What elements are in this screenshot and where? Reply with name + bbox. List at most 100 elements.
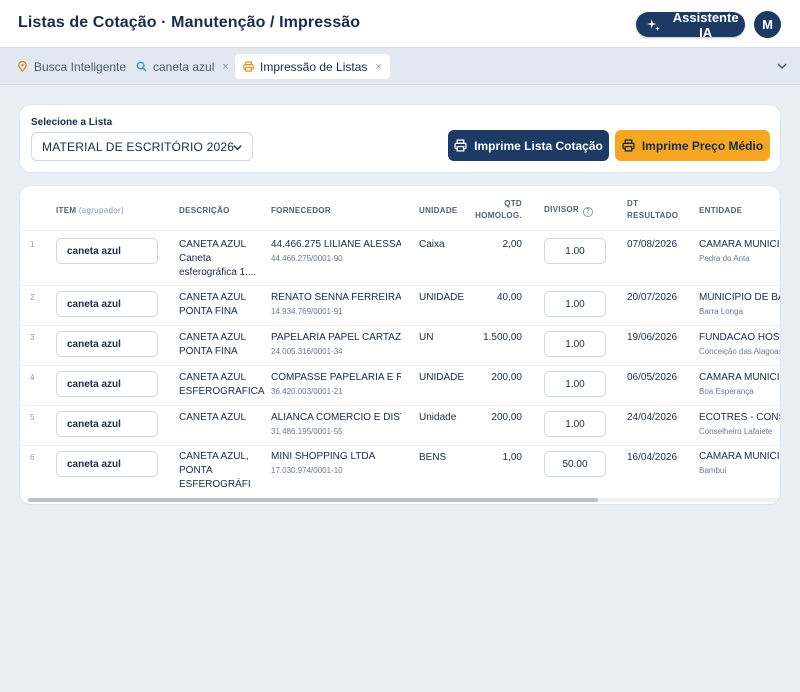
unit-cell: UNIDADE — [419, 372, 465, 383]
result-date-cell: 24/04/2026 — [627, 412, 678, 423]
item-group-input[interactable]: caneta azul — [56, 291, 158, 317]
divisor-input[interactable]: 1.00 — [544, 411, 606, 437]
entity-name: ECOTRES - CONSORC — [699, 412, 780, 423]
top-bar: Listas de Cotação · Manutenção / Impress… — [0, 0, 800, 48]
avatar[interactable]: M — [754, 11, 781, 38]
supplier-cell: MINI SHOPPING LTDA 17.030.974/0001-10 — [271, 450, 401, 478]
description-cell: CANETA AZUL, PONTA ESFEROGRÁFI... — [179, 451, 251, 490]
entity-name: CAMARA MUNICIPAL — [699, 451, 780, 462]
supplier-cell: 44.466.275 LILIANE ALESSA... 44.466.275/0… — [271, 238, 401, 266]
close-icon[interactable]: × — [375, 61, 381, 73]
item-group-input[interactable]: caneta azul — [56, 238, 158, 264]
column-header-item-text: ITEM — [56, 206, 77, 215]
entity-city: Pedra do Anta — [699, 254, 750, 263]
entity-city: Conselheiro Lafaiete — [699, 427, 773, 436]
help-icon[interactable]: ? — [583, 207, 593, 217]
entity-cell: CAMARA MUNICIPAL Bambuí — [699, 450, 780, 478]
description-cell: CANETA AZUL PONTA FINA — [179, 292, 246, 317]
row-divider — [20, 445, 780, 446]
unit-cell: BENS — [419, 452, 447, 463]
chevron-down-icon[interactable] — [776, 60, 788, 72]
entity-name: CAMARA MUNICIPAL — [699, 372, 780, 383]
result-date-cell: 19/06/2026 — [627, 332, 678, 343]
supplier-cnpj: 31.486.195/0001-55 — [271, 427, 343, 436]
description-cell: CANETA AZUL — [179, 412, 247, 423]
result-date-cell: 16/04/2026 — [627, 452, 678, 463]
row-divider — [20, 325, 780, 326]
print-average-price-button[interactable]: Imprime Preço Médio — [615, 130, 770, 161]
printer-icon — [622, 139, 635, 152]
column-header-item: ITEM (agrupador) — [56, 205, 124, 217]
divisor-input[interactable]: 1.00 — [544, 331, 606, 357]
result-date-cell: 07/08/2026 — [627, 239, 678, 250]
result-date-cell: 06/05/2026 — [627, 372, 678, 383]
row-divider — [20, 365, 780, 366]
ai-assistant-button[interactable]: Assistente IA — [636, 10, 745, 40]
supplier-cell: RENATO SENNA FERREIRA 14.934.769/0001-91 — [271, 291, 401, 319]
column-header-entidade: ENTIDADE — [699, 206, 743, 215]
divisor-input[interactable]: 1.00 — [544, 291, 606, 317]
column-header-fornecedor: FORNECEDOR — [271, 206, 331, 215]
quantity-cell: 40,00 — [496, 292, 522, 303]
supplier-name: RENATO SENNA FERREIRA — [271, 292, 401, 303]
entity-cell: CAMARA MUNICIPAL Boa Esperança — [699, 371, 780, 399]
item-group-input[interactable]: caneta azul — [56, 411, 158, 437]
entity-city: Conceição das Alagoas — [699, 347, 781, 356]
pin-icon — [18, 61, 27, 72]
item-group-input[interactable]: caneta azul — [56, 331, 158, 357]
print-list-label: Imprime Lista Cotação — [474, 138, 603, 153]
entity-city: Bambuí — [699, 466, 727, 475]
supplier-cell: ALIANCA COMERCIO E DIST... 31.486.195/000… — [271, 411, 401, 439]
row-number: 4 — [30, 373, 35, 382]
unit-cell: UNIDADE — [419, 292, 465, 303]
divisor-input[interactable]: 1.00 — [544, 371, 606, 397]
chevron-down-icon — [233, 145, 242, 151]
print-average-price-label: Imprime Preço Médio — [641, 138, 764, 153]
tab-impressao-listas[interactable]: Impressão de Listas × — [235, 54, 390, 79]
description-cell: CANETA AZUL Caneta esferográfica 1.... — [179, 239, 257, 278]
row-number: 1 — [30, 240, 35, 249]
supplier-name: 44.466.275 LILIANE ALESSA... — [271, 239, 401, 250]
row-divider — [20, 285, 780, 286]
list-select[interactable]: MATERIAL DE ESCRITÓRIO 2026 — [31, 132, 253, 161]
entity-city: Barra Longa — [699, 307, 744, 316]
list-selection-panel: Selecione a Lista MATERIAL DE ESCRITÓRIO… — [19, 104, 781, 173]
print-list-button[interactable]: Imprime Lista Cotação — [448, 130, 609, 161]
item-group-input[interactable]: caneta azul — [56, 451, 158, 477]
row-number: 2 — [30, 293, 35, 302]
column-header-divisor-text: DIVISOR — [544, 205, 579, 214]
item-group-input[interactable]: caneta azul — [56, 371, 158, 397]
column-header-dt-line1: DT — [627, 199, 639, 208]
entity-cell: ECOTRES - CONSORC Conselheiro Lafaiete — [699, 411, 780, 439]
tab-label: caneta azul — [153, 59, 215, 74]
row-divider — [20, 405, 780, 406]
supplier-cnpj: 17.030.974/0001-10 — [271, 466, 343, 475]
printer-icon — [454, 139, 467, 152]
column-header-qtd-line1: QTD — [504, 199, 522, 208]
header-divider — [20, 230, 780, 231]
divisor-input[interactable]: 50.00 — [544, 451, 606, 477]
column-header-qtd-line2: HOMOLOG. — [475, 211, 522, 220]
entity-cell: CAMARA MUNICIPAL Pedra do Anta — [699, 238, 780, 266]
select-list-label: Selecione a Lista — [31, 117, 113, 128]
entity-name: FUNDACAO HOSPITA — [699, 332, 780, 343]
divisor-input[interactable]: 1.00 — [544, 238, 606, 264]
quantity-cell: 2,00 — [502, 239, 522, 250]
column-header-unidade: UNIDADE — [419, 206, 458, 215]
row-number: 3 — [30, 333, 35, 342]
horizontal-scrollbar-thumb[interactable] — [28, 498, 598, 502]
tab-bar: Busca Inteligente caneta azul × Impressã… — [0, 48, 800, 85]
printer-icon — [243, 61, 254, 72]
result-date-cell: 20/07/2026 — [627, 292, 678, 303]
sparkles-icon — [647, 18, 660, 31]
supplier-cell: COMPASSE PAPELARIA E RE... 36.420.003/000… — [271, 371, 401, 399]
supplier-cnpj: 36.420.003/0001-21 — [271, 387, 343, 396]
close-icon[interactable]: × — [222, 61, 228, 73]
quantity-cell: 200,00 — [491, 372, 522, 383]
column-header-qtd: QTD HOMOLOG. — [472, 198, 522, 222]
supplier-cnpj: 44.466.275/0001-90 — [271, 254, 343, 263]
tab-busca-inteligente[interactable]: Busca Inteligente — [9, 54, 134, 79]
tab-caneta-azul[interactable]: caneta azul × — [128, 54, 237, 79]
supplier-cell: PAPELARIA PAPEL CARTAZ L... 24.005.316/00… — [271, 331, 401, 359]
page-title: Listas de Cotação · Manutenção / Impress… — [18, 14, 361, 31]
